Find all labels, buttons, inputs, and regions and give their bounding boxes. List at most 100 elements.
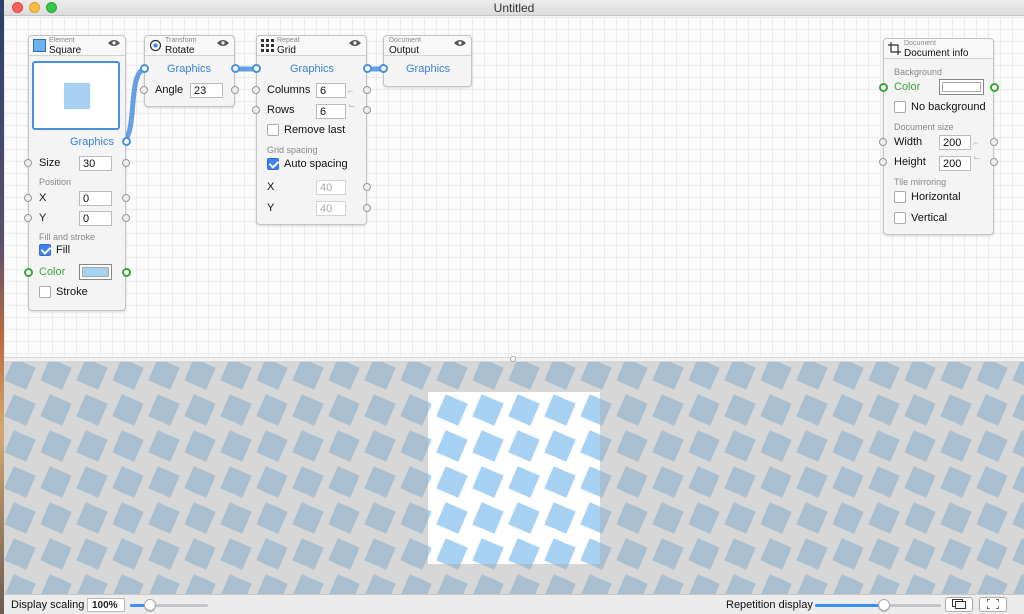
y-output-port[interactable] [122,214,130,222]
link-chain-icon[interactable]: ⌐ [973,138,978,148]
size-field[interactable]: 30 [79,156,112,171]
stroke-checkbox[interactable] [39,286,51,298]
y-field[interactable]: 0 [79,211,112,226]
display-scaling-slider-knob[interactable] [144,599,156,611]
bg-color-swatch[interactable] [939,79,984,95]
columns-output-port[interactable] [363,86,371,94]
angle-output-port[interactable] [231,86,239,94]
remove-last-label: Remove last [284,124,346,136]
rotate-node[interactable]: Transform Rotate Graphics Angle 23 [140,35,240,107]
grid-y-label: Y [267,202,275,214]
status-bar: Display scaling 100% Repetition display [4,594,1024,614]
grid-y-output-port[interactable] [363,204,371,212]
repetition-display-slider-knob[interactable] [878,599,890,611]
no-background-checkbox[interactable] [894,101,906,113]
eye-icon[interactable] [108,39,120,47]
node-category: Transform [165,37,197,44]
y-input-port[interactable] [24,214,32,222]
grid-x-field[interactable]: 40 [316,180,346,195]
document-info-header[interactable]: Document Document info [884,39,993,59]
x-output-port[interactable] [122,194,130,202]
size-input-port[interactable] [24,159,32,167]
eye-icon[interactable] [217,39,229,47]
window-mode-button[interactable] [945,597,973,612]
width-field[interactable]: 200 [939,135,971,150]
output-node[interactable]: Document Output Graphics [379,35,472,87]
node-category: Document [904,40,936,47]
square-node[interactable]: Element Square Graphics Size 30 Position… [24,35,131,311]
auto-spacing-checkbox[interactable] [267,158,279,170]
angle-input-port[interactable] [140,86,148,94]
square-element-icon [33,39,46,52]
rotate-input-label: Graphics [167,63,212,75]
window-mode-icon [952,599,966,609]
app-window: Untitled Element Square Graphics Size 30 [4,0,1024,614]
color-output-port[interactable] [122,268,131,277]
remove-last-checkbox[interactable] [267,124,279,136]
columns-input-port[interactable] [252,86,260,94]
repetition-display-slider[interactable] [815,599,941,611]
height-input-port[interactable] [879,158,887,166]
size-label: Size [39,157,61,169]
fullscreen-button[interactable] [979,597,1007,612]
output-input-label: Graphics [406,63,451,75]
x-input-port[interactable] [24,194,32,202]
height-label: Height [894,156,926,168]
height-output-port[interactable] [990,158,998,166]
document-info-node[interactable]: Document Document info Background Color … [879,38,999,235]
grid-spacing-section-label: Grid spacing [267,145,318,155]
node-canvas[interactable]: Element Square Graphics Size 30 Position… [4,17,1024,357]
y-label: Y [39,212,47,224]
size-output-port[interactable] [122,159,130,167]
link-chain-icon[interactable]: ⌙ [973,152,981,163]
rows-input-port[interactable] [252,106,260,114]
output-graphics-input-port[interactable] [379,64,388,73]
display-scaling-field[interactable]: 100% [87,598,125,612]
rows-field[interactable]: 6 [316,104,346,119]
grid-x-output-port[interactable] [363,183,371,191]
rotate-graphics-output-port[interactable] [231,64,240,73]
grid-graphics-output-port[interactable] [363,64,372,73]
color-input-port[interactable] [24,268,33,277]
grid-y-field[interactable]: 40 [316,201,346,216]
crop-frame-icon [888,42,901,55]
bg-color-input-port[interactable] [879,83,888,92]
square-thumbnail [32,61,120,130]
node-title: Rotate [165,45,195,56]
output-node-header[interactable]: Document Output [384,36,471,56]
display-scaling-label: Display scaling [11,599,85,611]
grid-graphics-input-port[interactable] [252,64,261,73]
rotate-node-header[interactable]: Transform Rotate [145,36,234,56]
square-output-label: Graphics [69,136,114,148]
eye-icon[interactable] [349,39,361,47]
grid-input-label: Graphics [290,63,335,75]
columns-field[interactable]: 6 [316,83,346,98]
rotate-graphics-input-port[interactable] [140,64,149,73]
x-field[interactable]: 0 [79,191,112,206]
grid-icon [261,39,274,52]
fullscreen-icon [986,598,1000,610]
color-label: Color [39,266,66,278]
vertical-checkbox[interactable] [894,212,906,224]
square-node-header[interactable]: Element Square [29,36,125,56]
angle-field[interactable]: 23 [190,83,223,98]
link-chain-icon[interactable]: ⌙ [348,100,356,111]
grid-node[interactable]: Repeat Grid Graphics Columns 6 ⌐ Rows 6 … [252,35,372,225]
grid-node-header[interactable]: Repeat Grid [257,36,366,56]
square-graphics-output-port[interactable] [122,137,131,146]
bg-color-output-port[interactable] [990,83,999,92]
eye-icon[interactable] [454,39,466,47]
node-category: Document [389,37,421,44]
horizontal-checkbox[interactable] [894,191,906,203]
height-field[interactable]: 200 [939,156,971,171]
link-chain-icon[interactable]: ⌐ [348,86,353,96]
display-scaling-slider[interactable] [130,599,208,611]
node-title: Square [49,45,82,56]
preview-area[interactable] [4,362,1024,594]
repetition-display-slider-fill [815,604,884,607]
width-output-port[interactable] [990,138,998,146]
rows-output-port[interactable] [363,106,371,114]
width-input-port[interactable] [879,138,887,146]
fill-checkbox[interactable] [39,244,51,256]
fill-color-swatch[interactable] [79,264,112,280]
